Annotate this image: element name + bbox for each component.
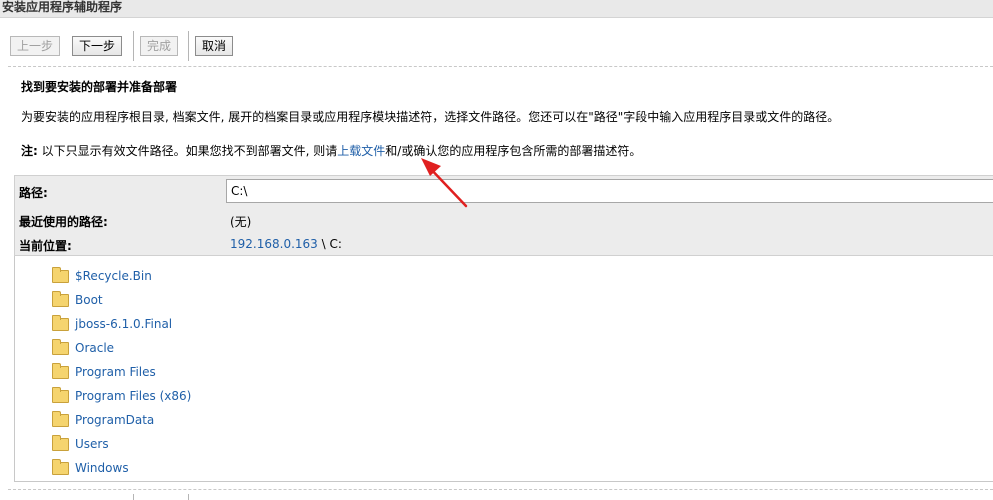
note: 注: 以下只显示有效文件路径。如果您找不到部署文件, 则请上载文件和/或确认您的… — [21, 142, 641, 159]
prev-button[interactable]: 上一步 — [10, 36, 61, 56]
folder-icon — [52, 435, 69, 451]
folder-icon — [52, 315, 69, 331]
note-text: 和/或确认您的应用程序包含所需的部署描述符。 — [385, 144, 642, 158]
section-description: 为要安装的应用程序根目录, 档案文件, 展开的档案目录或应用程序模块描述符，选择… — [21, 110, 840, 124]
file-name[interactable]: ProgramData — [75, 413, 154, 427]
folder-icon — [52, 459, 69, 475]
next-button[interactable]: 下一步 — [72, 36, 123, 56]
path-label: 路径: — [19, 186, 48, 200]
toolbar-separator — [133, 31, 134, 61]
folder-icon — [52, 363, 69, 379]
section-heading: 找到要安装的部署并准备部署 — [21, 80, 178, 94]
toolbar-separator — [133, 494, 134, 500]
folder-icon — [52, 339, 69, 355]
cancel-button[interactable]: 取消 — [195, 36, 234, 56]
divider — [8, 489, 993, 490]
location-host-link[interactable]: 192.168.0.163 — [230, 237, 318, 251]
file-name[interactable]: Oracle — [75, 341, 114, 355]
folder-icon — [52, 411, 69, 427]
recent-path-label: 最近使用的路径: — [19, 215, 108, 229]
file-list: $Recycle.Bin Boot jboss-6.1.0.Final Orac… — [14, 256, 993, 482]
note-text: 以下只显示有效文件路径。如果您找不到部署文件, 则请 — [37, 144, 338, 158]
folder-icon — [52, 387, 69, 403]
toolbar-separator — [188, 494, 189, 500]
current-location-value: 192.168.0.163 \ C: — [230, 237, 342, 251]
file-name[interactable]: Windows — [75, 461, 129, 475]
recent-path-value: (无) — [230, 215, 252, 229]
divider — [8, 66, 993, 67]
file-name[interactable]: Boot — [75, 293, 103, 307]
window-title: 安装应用程序辅助程序 — [0, 0, 993, 18]
folder-icon — [52, 267, 69, 283]
file-name[interactable]: Program Files (x86) — [75, 389, 191, 403]
file-name[interactable]: $Recycle.Bin — [75, 269, 152, 283]
current-location-label: 当前位置: — [19, 239, 72, 253]
finish-button[interactable]: 完成 — [140, 36, 179, 56]
note-label: 注: — [21, 144, 38, 158]
file-name[interactable]: jboss-6.1.0.Final — [75, 317, 172, 331]
toolbar: 上一步 下一步 完成 取消 — [0, 29, 993, 61]
toolbar-separator — [188, 31, 189, 61]
folder-icon — [52, 291, 69, 307]
file-name[interactable]: Program Files — [75, 365, 156, 379]
path-fields-panel: 路径: 最近使用的路径: (无) 当前位置: 192.168.0.163 \ C… — [14, 175, 993, 256]
file-name[interactable]: Users — [75, 437, 109, 451]
path-input[interactable] — [226, 179, 993, 203]
location-path: \ C: — [317, 237, 342, 251]
upload-file-link[interactable]: 上载文件 — [337, 144, 385, 158]
